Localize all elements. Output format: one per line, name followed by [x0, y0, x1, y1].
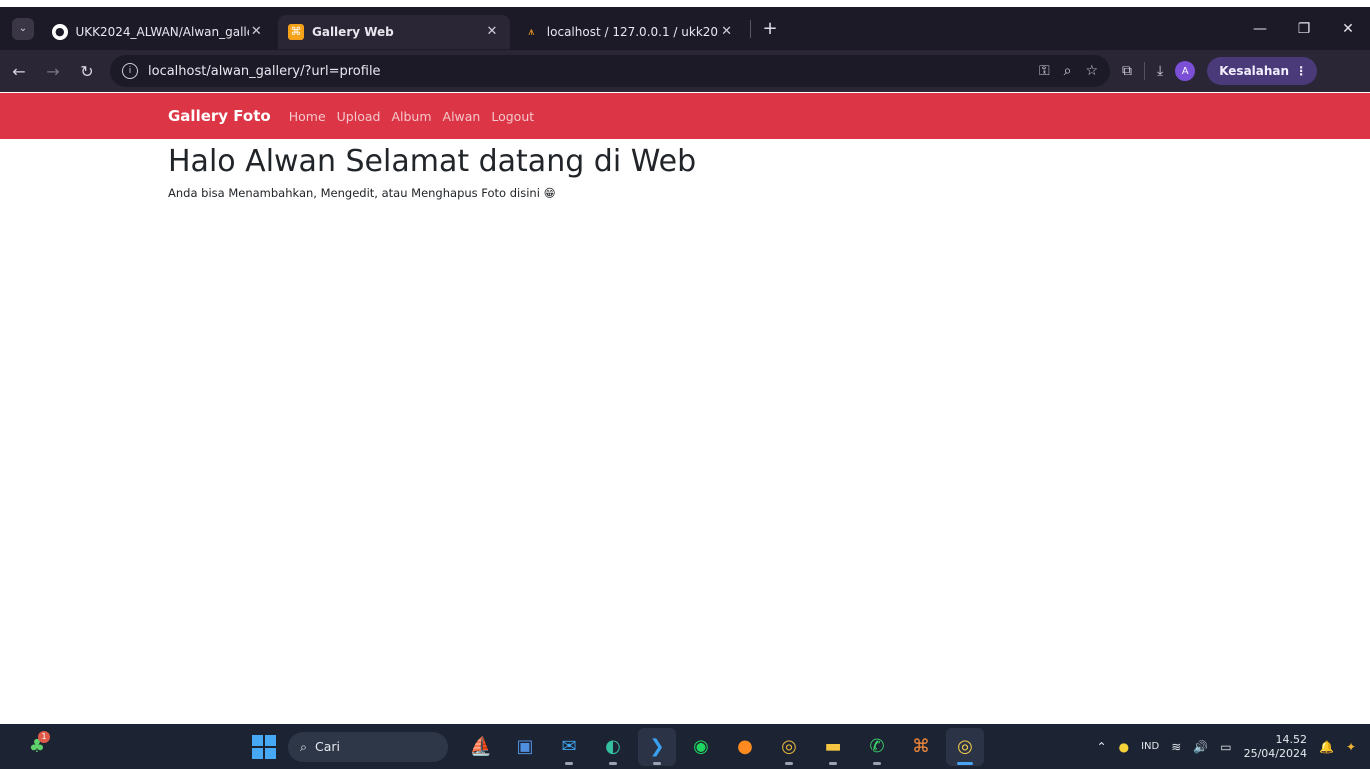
navbar-brand[interactable]: Gallery Foto — [168, 107, 271, 125]
notification-bell-icon[interactable]: 🔔 — [1319, 740, 1334, 754]
github-icon: ● — [52, 23, 68, 40]
xampp-taskbar-icon[interactable]: ⌘ — [902, 728, 940, 766]
page-title: Halo Alwan Selamat datang di Web — [168, 144, 697, 179]
url-text: localhost/alwan_gallery/?url=profile — [148, 63, 381, 79]
page-content: Halo Alwan Selamat datang di Web Anda bi… — [168, 142, 696, 200]
volume-icon[interactable]: 🔊 — [1193, 740, 1208, 754]
zoom-icon[interactable]: ⌕ — [1064, 63, 1072, 79]
new-tab-icon[interactable]: + — [757, 16, 783, 42]
tray-chevron-icon[interactable]: ⌃ — [1097, 740, 1107, 754]
tab-gallery-web[interactable]: ⌘ Gallery Web ✕ — [278, 14, 510, 49]
minimize-icon[interactable]: — — [1238, 21, 1282, 37]
top-strip — [0, 0, 1370, 7]
close-icon[interactable]: ✕ — [249, 24, 265, 40]
nav-link-album[interactable]: Album — [391, 109, 431, 124]
copilot-tray-icon[interactable]: ✦ — [1346, 740, 1356, 754]
notification-badge: 1 — [38, 730, 50, 743]
password-key-icon[interactable]: ⚿ — [1039, 63, 1050, 79]
battery-icon[interactable]: ▭ — [1220, 740, 1231, 754]
address-bar[interactable]: i localhost/alwan_gallery/?url=profile ⚿… — [110, 55, 1110, 87]
windows-taskbar: ♣ 1 ⌕ Cari ⛵ ▣ ✉ ◐ ❯ ◉ ● ◎ ▬ ✆ ⌘ ◎ ⌃ ● I… — [0, 724, 1370, 769]
tab-label: UKK2024_ALWAN/Alwan_galle — [75, 24, 249, 39]
weather-widget-icon[interactable]: ♣ 1 — [22, 730, 52, 762]
back-icon[interactable]: ← — [4, 56, 34, 86]
clock-time: 14.52 — [1275, 732, 1307, 746]
taskbar-search-label: Cari — [315, 739, 341, 754]
mail-icon[interactable]: ✉ — [550, 728, 588, 766]
site-navbar: Gallery Foto Home Upload Album Alwan Log… — [0, 93, 1370, 139]
firefox-icon[interactable]: ● — [726, 728, 764, 766]
virtualbox-icon[interactable]: ▣ — [506, 728, 544, 766]
menu-dots-icon: ⋮ — [1295, 64, 1308, 78]
nav-link-user[interactable]: Alwan — [443, 109, 481, 124]
extensions-icon[interactable]: ⧉ — [1122, 63, 1132, 79]
tab-label: localhost / 127.0.0.1 / ukk2024 — [546, 24, 720, 39]
download-icon[interactable]: ⤓ — [1157, 63, 1163, 79]
whatsapp-icon[interactable]: ✆ — [858, 728, 896, 766]
tab-label: Gallery Web — [312, 24, 394, 39]
nav-link-upload[interactable]: Upload — [337, 109, 381, 124]
spotify-icon[interactable]: ◉ — [682, 728, 720, 766]
chrome-dev-icon[interactable]: ◎ — [770, 728, 808, 766]
window-controls: — ❐ ✕ — [1238, 21, 1370, 37]
reload-icon[interactable]: ↻ — [72, 56, 102, 86]
bookmark-star-icon[interactable]: ☆ — [1085, 63, 1098, 79]
close-icon[interactable]: ✕ — [484, 24, 500, 40]
phpmyadmin-icon: ⩚ — [528, 24, 535, 38]
browser-toolbar: ← → ↻ i localhost/alwan_gallery/?url=pro… — [0, 50, 1370, 92]
close-window-icon[interactable]: ✕ — [1326, 21, 1370, 37]
tab-separator — [750, 19, 751, 38]
language-indicator[interactable]: IND — [1141, 741, 1159, 752]
page-subtitle: Anda bisa Menambahkan, Mengedit, atau Me… — [168, 186, 556, 200]
xampp-icon: ⌘ — [288, 23, 304, 40]
file-explorer-icon[interactable]: ▬ — [814, 728, 852, 766]
clock[interactable]: 14.52 25/04/2024 — [1244, 733, 1307, 761]
toolbar-divider — [1144, 62, 1145, 80]
wifi-icon[interactable]: ≋ — [1171, 740, 1181, 754]
tab-github[interactable]: ● UKK2024_ALWAN/Alwan_galle ✕ — [42, 15, 274, 49]
search-icon: ⌕ — [300, 738, 308, 754]
taskbar-search[interactable]: ⌕ Cari — [288, 731, 448, 762]
restore-icon[interactable]: ❐ — [1282, 21, 1326, 37]
site-info-icon[interactable]: i — [122, 63, 138, 79]
start-button-icon[interactable] — [252, 734, 276, 759]
tab-phpmyadmin[interactable]: ⩚ localhost / 127.0.0.1 / ukk2024 ✕ — [514, 15, 744, 49]
edge-icon[interactable]: ◐ — [594, 728, 632, 766]
copilot-icon[interactable]: ⛵ — [462, 728, 500, 766]
error-button-label: Kesalahan — [1219, 64, 1290, 78]
tab-search-dropdown-icon[interactable]: ⌄ — [12, 17, 34, 40]
close-icon[interactable]: ✕ — [719, 24, 734, 40]
forward-icon[interactable]: → — [38, 56, 68, 86]
taskbar-apps: ⛵ ▣ ✉ ◐ ❯ ◉ ● ◎ ▬ ✆ ⌘ ◎ — [462, 727, 984, 766]
error-button[interactable]: Kesalahan ⋮ — [1207, 57, 1318, 85]
vscode-icon[interactable]: ❯ — [638, 727, 676, 766]
profile-avatar[interactable]: A — [1175, 61, 1196, 81]
nav-link-home[interactable]: Home — [289, 109, 326, 124]
browser-tabstrip: ⌄ ● UKK2024_ALWAN/Alwan_galle ✕ ⌘ Galler… — [0, 7, 1370, 50]
chrome-icon[interactable]: ◎ — [946, 727, 984, 766]
clock-date: 25/04/2024 — [1243, 746, 1307, 760]
system-tray: ⌃ ● IND ≋ 🔊 ▭ 14.52 25/04/2024 🔔 ✦ — [1097, 733, 1356, 761]
nav-link-logout[interactable]: Logout — [491, 109, 534, 124]
tray-app-icon[interactable]: ● — [1119, 740, 1129, 754]
